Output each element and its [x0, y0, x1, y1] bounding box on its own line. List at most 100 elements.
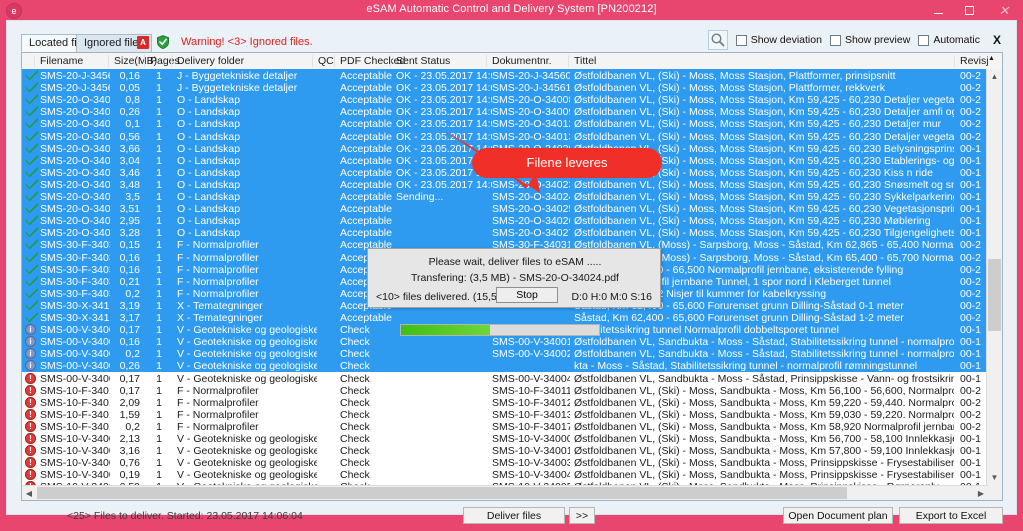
column-separator[interactable] — [171, 55, 172, 67]
stop-button[interactable]: Stop — [496, 287, 558, 303]
horizontal-scrollbar[interactable]: ◀ ▶ — [22, 485, 988, 500]
alert-icon: ! — [25, 469, 36, 481]
alert-icon: ! — [25, 433, 36, 444]
row-status-icon — [25, 299, 39, 312]
minimize-button[interactable] — [923, 0, 954, 20]
table-row[interactable]: !SMS-10-F-34012.pdf2,091F - Normalprofil… — [22, 395, 988, 409]
table-row[interactable]: SMS-20-O-34026.pdf2,951O - LandskapAccep… — [22, 214, 988, 228]
table-row[interactable]: iSMS-00-V-34003.pdf0,261V - Geotekniske … — [22, 359, 988, 373]
check-icon — [25, 69, 38, 81]
checkbox-show-preview[interactable]: Show preview — [829, 34, 911, 46]
alert-icon: ! — [25, 445, 36, 457]
alert-icon: ! — [25, 457, 36, 469]
horizontal-scroll-thumb[interactable] — [37, 487, 847, 499]
check-icon — [25, 239, 38, 250]
check-icon — [25, 251, 38, 262]
info-icon: i — [25, 324, 36, 336]
checkbox-box-show-deviation[interactable] — [735, 34, 747, 46]
column-header-revisj[interactable]: Revisj — [960, 55, 989, 67]
export-to-excel-button[interactable]: Export to Excel — [899, 507, 1003, 524]
table-row[interactable]: SMS-20-O-34008.pdf0,81O - LandskapAccept… — [22, 93, 988, 107]
table-row[interactable]: SMS-20-J-34561.pdf0,051J - Byggetekniske… — [22, 81, 988, 95]
checkbox-box-show-preview[interactable] — [829, 34, 841, 46]
scroll-right-arrow-icon[interactable]: ▶ — [974, 486, 988, 500]
row-status-icon — [25, 166, 39, 179]
row-status-icon — [25, 117, 39, 130]
check-icon — [25, 154, 38, 166]
column-separator[interactable] — [334, 55, 335, 67]
vertical-scrollbar[interactable]: ▲ ▼ — [986, 69, 1002, 500]
table-row[interactable]: !SMS-10-V-34000.pdf2,131V - Geotekniske … — [22, 432, 988, 445]
close-button[interactable]: ✕ — [985, 0, 1023, 20]
next-button[interactable]: >> — [569, 507, 595, 524]
table-row[interactable]: SMS-30-X-34151.pdf3,171X - Temategninger… — [22, 311, 988, 324]
table-row[interactable]: iSMS-00-V-34002.pdf0,21V - Geotekniske o… — [22, 347, 988, 361]
open-document-plan-button[interactable]: Open Document plan — [783, 507, 893, 524]
column-separator[interactable] — [34, 55, 35, 67]
sort-ascending-icon[interactable]: ▲ — [988, 55, 995, 62]
table-row[interactable]: !SMS-00-V-34004.pdf0,171V - Geotekniske … — [22, 371, 988, 385]
check-icon — [25, 227, 38, 238]
column-header-delivery-folder[interactable]: Delivery folder — [177, 55, 244, 67]
column-header-pages[interactable]: Pages — [150, 55, 180, 67]
row-status-icon: ! — [25, 468, 39, 481]
check-icon — [25, 190, 38, 202]
transfer-dialog: Please wait, deliver files to eSAM .....… — [367, 248, 661, 308]
table-row[interactable]: iSMS-00-V-34001.pdf0,161V - Geotekniske … — [22, 335, 988, 349]
pdf-icon[interactable]: A — [137, 35, 149, 49]
scroll-corner — [987, 485, 1002, 500]
column-header-sent-status[interactable]: Sent Status — [396, 55, 450, 67]
column-separator[interactable] — [486, 55, 487, 67]
check-icon — [25, 202, 38, 214]
column-separator[interactable] — [108, 55, 109, 67]
table-row[interactable]: !SMS-10-V-34004.pdf0,191V - Geotekniske … — [22, 468, 988, 482]
check-icon — [25, 118, 38, 129]
checkbox-label-automatic: Automatic — [933, 34, 980, 46]
column-separator[interactable] — [954, 55, 955, 67]
callout-text: Filene leveres — [526, 155, 608, 170]
column-separator[interactable] — [568, 55, 569, 67]
column-header-tittel[interactable]: Tittel — [574, 55, 596, 67]
table-row[interactable]: !SMS-10-F-34011.pdf0,171F - Normalprofil… — [22, 383, 988, 397]
table-row[interactable]: !SMS-10-F-34017.pdf0,21F - Normalprofile… — [22, 419, 988, 433]
maximize-button[interactable] — [954, 0, 985, 20]
alert-icon: ! — [25, 408, 36, 420]
checkbox-label-show-preview: Show preview — [844, 34, 911, 46]
table-row[interactable]: SMS-20-J-34560.pdf0,161J - Byggetekniske… — [22, 69, 988, 82]
checkbox-box-automatic[interactable] — [918, 34, 930, 46]
scroll-up-arrow-icon[interactable]: ▲ — [987, 69, 1002, 84]
row-status-icon: i — [25, 323, 39, 336]
table-row[interactable]: !SMS-10-V-34001.pdf3,161V - Geotekniske … — [22, 444, 988, 458]
column-header-dokumentnr[interactable]: Dokumentnr. — [492, 55, 552, 67]
row-status-icon — [25, 238, 39, 251]
column-separator[interactable] — [390, 55, 391, 67]
scroll-down-arrow-icon[interactable]: ▼ — [987, 470, 1002, 485]
check-icon — [25, 130, 38, 141]
alert-icon: ! — [25, 372, 36, 384]
row-status-icon — [25, 69, 39, 82]
column-header-filename[interactable]: Filename — [40, 55, 83, 67]
table-row[interactable]: SMS-20-O-34009.pdf0,261O - LandskapAccep… — [22, 105, 988, 119]
check-icon — [25, 214, 38, 226]
search-icon[interactable] — [707, 30, 728, 50]
column-separator[interactable] — [144, 55, 145, 67]
scroll-left-arrow-icon[interactable]: ◀ — [22, 486, 36, 500]
checkbox-automatic[interactable]: Automatic — [918, 34, 980, 46]
column-separator[interactable] — [312, 55, 313, 67]
column-header-qc[interactable]: QC — [318, 55, 334, 67]
row-status-icon: ! — [25, 456, 39, 469]
table-row[interactable]: SMS-20-O-34027.pdf3,281O - LandskapAccep… — [22, 226, 988, 240]
table-row[interactable]: !SMS-10-V-34003.pdf0,761V - Geotekniske … — [22, 456, 988, 470]
row-status-icon: ! — [25, 396, 39, 409]
deliver-files-button[interactable]: Deliver files — [463, 507, 565, 524]
vertical-scroll-thumb[interactable] — [988, 259, 1001, 331]
table-row[interactable]: !SMS-10-F-34013.pdf1,591F - Normalprofil… — [22, 407, 988, 421]
shield-check-icon[interactable] — [156, 35, 170, 50]
warning-text: Warning! <3> Ignored files. — [181, 36, 313, 48]
row-status-icon — [25, 226, 39, 239]
close-panel-button[interactable]: X — [990, 32, 1004, 48]
checkbox-show-deviation[interactable]: Show deviation — [735, 34, 822, 46]
table-row[interactable]: SMS-20-O-34025.pdf3,511O - LandskapAccep… — [22, 202, 988, 216]
row-status-icon: i — [25, 335, 39, 348]
row-status-icon: ! — [25, 432, 39, 445]
